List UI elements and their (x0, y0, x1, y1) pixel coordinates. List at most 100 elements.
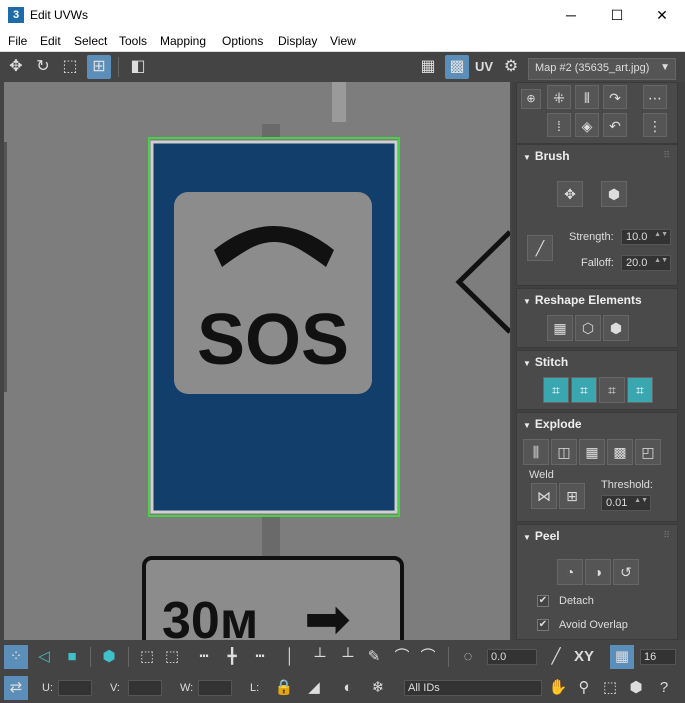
show-icon[interactable]: ◢ (302, 676, 326, 700)
w-input[interactable] (198, 680, 232, 696)
break-icon[interactable]: ⫼ (523, 439, 549, 465)
relax-icon[interactable]: ⬡ (575, 315, 601, 341)
menu-select[interactable]: Select (74, 34, 107, 48)
zoom-icon[interactable]: ⚲ (572, 676, 596, 700)
loop-select-icon[interactable]: ┅ (192, 645, 216, 669)
transform-mode-icon[interactable]: ⇄ (4, 676, 28, 700)
cube-icon[interactable]: ⬢ (603, 315, 629, 341)
brush-header[interactable]: ▼ Brush (523, 149, 570, 163)
menu-edit[interactable]: Edit (40, 34, 61, 48)
menu-options[interactable]: Options (222, 34, 263, 48)
l-label: L: (250, 682, 260, 694)
scale-icon[interactable]: ⬚ (58, 55, 82, 79)
stitch-header[interactable]: ▼ Stitch (523, 355, 568, 369)
brush-strength-icon[interactable]: ⌒ (416, 645, 440, 669)
material-id-dropdown[interactable]: All IDs (404, 680, 542, 696)
maximize-button[interactable]: ☐ (594, 0, 640, 30)
threshold-input[interactable]: 0.01 ▲▼ (601, 495, 651, 511)
minimize-button[interactable]: ─ (548, 0, 594, 30)
shrink-select-icon[interactable]: ⬚ (160, 645, 184, 669)
angle-input[interactable]: 0.0 (487, 649, 537, 665)
freeform-icon[interactable]: ⊞ (87, 55, 111, 79)
align-v-icon[interactable]: ⦀ (575, 85, 599, 109)
edge-mode-icon[interactable]: ◁ (32, 645, 56, 669)
stitch-custom-icon[interactable]: ⌗ (543, 377, 569, 403)
settings-icon[interactable]: ⚙ (499, 55, 523, 79)
soft-select-icon[interactable]: ┴ (336, 645, 360, 669)
face-mode-icon[interactable]: ■ (60, 645, 84, 669)
grid-reshape-icon[interactable]: ▦ (547, 315, 573, 341)
grid-size-input[interactable]: 16 (640, 649, 676, 665)
xy-toggle[interactable]: XY (574, 648, 594, 665)
flatten-icon[interactable]: ◰ (635, 439, 661, 465)
straighten-icon[interactable]: ◈ (575, 113, 599, 137)
mirror-icon[interactable]: ◧ (126, 55, 150, 79)
reset-peel-icon[interactable]: ↺ (613, 559, 639, 585)
menu-view[interactable]: View (330, 34, 356, 48)
v-input[interactable] (128, 680, 162, 696)
zoom-region-icon[interactable]: ⬚ (598, 676, 622, 700)
element-mode-icon[interactable]: ⬢ (97, 645, 121, 669)
detach-checkbox[interactable]: ✔ (537, 595, 549, 607)
menu-tools[interactable]: Tools (119, 34, 147, 48)
avoid-overlap-checkbox[interactable]: ✔ (537, 619, 549, 631)
checker-explode-icon[interactable]: ▩ (607, 439, 633, 465)
pin-icon[interactable]: │ (278, 645, 302, 669)
detach-edge-icon[interactable]: ◫ (551, 439, 577, 465)
move-icon[interactable]: ✥ (4, 55, 28, 79)
space-h-icon[interactable]: ⋯ (643, 85, 667, 109)
grow-select-icon[interactable]: ⬚ (135, 645, 159, 669)
weld-all-icon[interactable]: ⊞ (559, 483, 585, 509)
peel-mode-icon[interactable]: ◑ (585, 559, 611, 585)
uv-viewport[interactable]: SOS 30м ➡ (4, 82, 510, 640)
help-icon[interactable]: ? (652, 676, 676, 700)
freeze-icon[interactable]: ❄ (366, 676, 390, 700)
strength-input[interactable]: 10.0 ▲▼ (621, 229, 671, 245)
right-panel: ⊕ ⁜ ⦀ ↷ ⋯ ⁞ ◈ ↶ ⋮ ▼ Brush ⠿ ✥ ⬢ ╱ Strengt… (512, 82, 685, 640)
menu-file[interactable]: File (8, 34, 27, 48)
brush-size-icon[interactable]: ⌒ (390, 645, 414, 669)
stitch-target-icon[interactable]: ⌗ (599, 377, 625, 403)
rotate-ccw-icon[interactable]: ↶ (603, 113, 627, 137)
explode-header[interactable]: ▼ Explode (523, 417, 582, 431)
uv-toggle[interactable]: UV (472, 55, 496, 79)
rotate-icon[interactable]: ↻ (31, 55, 55, 79)
distribute-icon[interactable]: ⋮ (643, 113, 667, 137)
paint-move-icon[interactable]: ✥ (557, 181, 583, 207)
ring-select-icon[interactable]: ╋ (220, 645, 244, 669)
close-button[interactable]: ✕ (639, 0, 685, 30)
u-input[interactable] (58, 680, 92, 696)
reshape-header[interactable]: ▼ Reshape Elements (523, 293, 642, 307)
pan-icon[interactable]: ✋ (546, 676, 570, 700)
lock-icon[interactable]: 🔒 (272, 676, 296, 700)
explode-grid-icon[interactable]: ▦ (579, 439, 605, 465)
map-dropdown[interactable]: Map #2 (35635_art.jpg) ▼ (528, 58, 676, 80)
relax-brush-icon[interactable]: ⬢ (601, 181, 627, 207)
stitch-average-icon[interactable]: ⌗ (627, 377, 653, 403)
edge-loop-icon[interactable]: ┅ (248, 645, 272, 669)
stitch-source-icon[interactable]: ⌗ (571, 377, 597, 403)
falloff-input[interactable]: 20.0 ▲▼ (621, 255, 671, 271)
brush-line-icon[interactable]: ╱ (527, 235, 553, 261)
zoom-extents-icon[interactable]: ⬢ (624, 676, 648, 700)
grid-snap-icon[interactable]: ▦ (610, 645, 634, 669)
show-map-icon[interactable]: ▩ (445, 55, 469, 79)
grip-icon[interactable]: ⠿ (663, 530, 671, 541)
quick-planar-icon[interactable]: ⊕ (521, 89, 541, 109)
quick-peel-icon[interactable]: ◔ (557, 559, 583, 585)
space-v-icon[interactable]: ⁞ (547, 113, 571, 137)
peel-header[interactable]: ▼ Peel (523, 529, 560, 543)
grip-icon[interactable]: ⠿ (663, 150, 671, 161)
soft-falloff-icon[interactable]: ◌ (456, 645, 480, 669)
checker-icon[interactable]: ▦ (416, 55, 440, 79)
menu-mapping[interactable]: Mapping (160, 34, 206, 48)
line-tool-icon[interactable]: ╱ (544, 645, 568, 669)
weld-selected-icon[interactable]: ⋈ (531, 483, 557, 509)
align-h-icon[interactable]: ⁜ (547, 85, 571, 109)
paint-select-icon[interactable]: ✎ (362, 645, 386, 669)
menu-display[interactable]: Display (278, 34, 317, 48)
hide-icon[interactable]: ◐ (336, 676, 360, 700)
rotate-90-icon[interactable]: ↷ (603, 85, 627, 109)
snap-icon[interactable]: ┴ (308, 645, 332, 669)
vertex-mode-icon[interactable]: ⁘ (4, 645, 28, 669)
